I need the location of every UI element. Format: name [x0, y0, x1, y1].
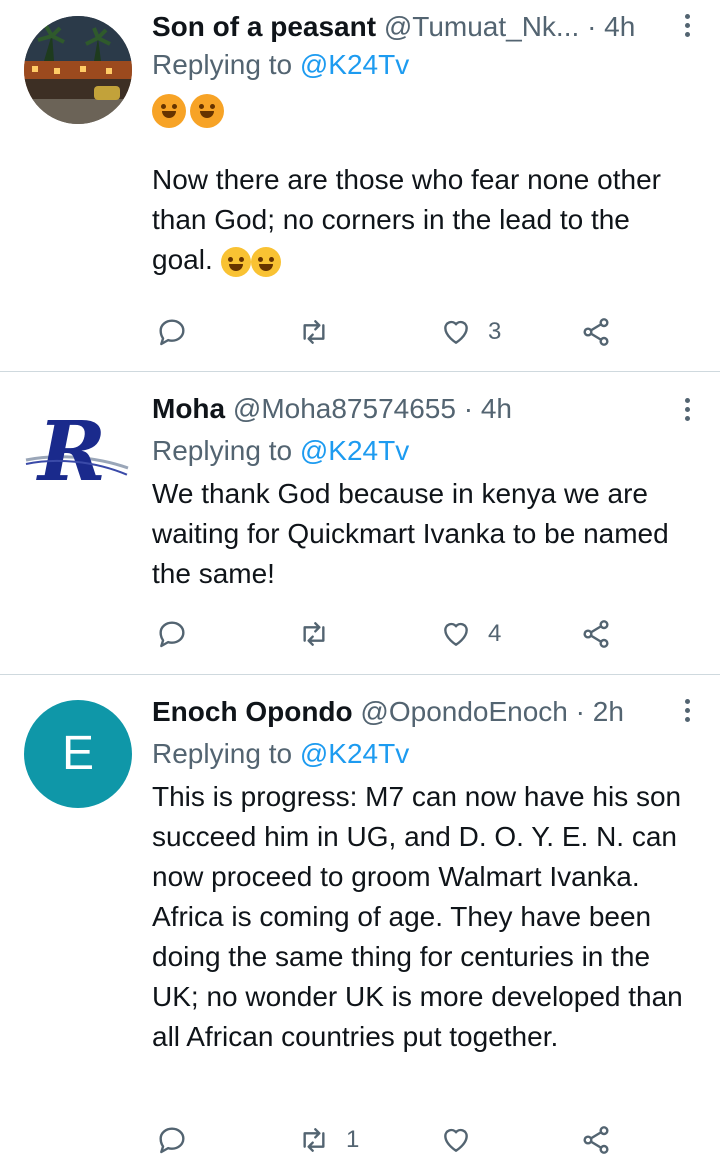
avatar-photo-image	[24, 16, 132, 124]
share-icon	[583, 620, 609, 648]
emoji-icon	[190, 94, 225, 128]
timestamp[interactable]: 2h	[593, 696, 624, 727]
retweet-icon	[303, 1128, 325, 1152]
svg-text:R: R	[36, 404, 106, 500]
timestamp[interactable]: 4h	[481, 393, 512, 424]
like-count: 3	[488, 318, 502, 345]
tweet-3[interactable]: E Enoch Opondo @OpondoEnoch · 2h Replyin…	[0, 675, 720, 1166]
reply-button[interactable]	[156, 312, 204, 352]
reply-icon	[159, 319, 185, 346]
like-count: 4	[488, 620, 502, 647]
emoji-row	[152, 94, 692, 134]
like-button[interactable]	[440, 1120, 488, 1160]
tweet-text: Now there are those who fear none other …	[152, 164, 669, 277]
share-button[interactable]	[580, 312, 612, 352]
tweet-text: We thank God because in kenya we are wai…	[152, 478, 677, 589]
user-handle[interactable]: @Moha87574655	[233, 393, 456, 424]
share-button[interactable]	[580, 614, 612, 654]
tears-of-joy-emoji-icon	[250, 246, 281, 277]
separator-dot: ·	[587, 11, 597, 42]
user-handle[interactable]: @Tumuat_Nk...	[384, 11, 579, 42]
heart-icon	[444, 622, 468, 646]
display-name[interactable]: Son of a peasant	[152, 11, 376, 42]
share-button[interactable]	[580, 1120, 612, 1160]
like-button[interactable]: 4	[440, 614, 501, 654]
retweet-icon	[303, 622, 325, 646]
tweet-header: Enoch Opondo @OpondoEnoch · 2h	[152, 693, 692, 731]
replying-to-link[interactable]: @K24Tv	[300, 738, 409, 769]
tweet-header: Son of a peasant @Tumuat_Nk... · 4h	[152, 8, 692, 46]
retweet-icon	[303, 320, 325, 344]
replying-to-link[interactable]: @K24Tv	[300, 435, 409, 466]
rolling-laughing-emoji-icon	[220, 246, 251, 277]
tweet-actions: 4	[152, 614, 622, 654]
avatar[interactable]: E	[24, 700, 132, 808]
replying-to: Replying to @K24Tv	[152, 735, 692, 773]
avatar[interactable]	[24, 16, 132, 124]
replying-to: Replying to @K24Tv	[152, 432, 692, 470]
like-button[interactable]: 3	[440, 312, 501, 352]
reply-button[interactable]	[156, 1120, 204, 1160]
tweet-text: This is progress: M7 can now have his so…	[152, 781, 691, 1052]
timestamp[interactable]: 4h	[604, 11, 635, 42]
reply-icon	[159, 621, 185, 648]
share-icon	[583, 1126, 609, 1154]
tweet-actions: 1	[152, 1120, 622, 1160]
display-name[interactable]: Enoch Opondo	[152, 696, 353, 727]
tweet-1[interactable]: Son of a peasant @Tumuat_Nk... · 4h Repl…	[0, 0, 720, 370]
tweet-header: Moha @Moha87574655 · 4h	[152, 390, 692, 428]
emoji-icon	[152, 94, 186, 128]
tweet-2[interactable]: R Moha @Moha87574655 · 4h Replying to @K…	[0, 372, 720, 672]
replying-to: Replying to @K24Tv	[152, 46, 692, 84]
retweet-button[interactable]	[298, 312, 346, 352]
share-icon	[583, 318, 609, 346]
replying-to-label: Replying to	[152, 49, 300, 80]
reply-button[interactable]	[156, 614, 204, 654]
retweet-button[interactable]: 1	[298, 1120, 359, 1160]
retweet-count: 1	[346, 1126, 360, 1153]
replying-to-link[interactable]: @K24Tv	[300, 49, 409, 80]
r-logo-image: R	[25, 404, 131, 500]
reply-icon	[159, 1127, 185, 1154]
heart-icon	[444, 1128, 468, 1152]
replying-to-label: Replying to	[152, 435, 300, 466]
separator-dot: ·	[463, 393, 474, 424]
avatar[interactable]: R	[24, 398, 132, 506]
user-handle[interactable]: @OpondoEnoch	[360, 696, 567, 727]
retweet-button[interactable]	[298, 614, 346, 654]
tweet-actions: 3	[152, 312, 622, 352]
separator-dot: ·	[575, 696, 585, 727]
replying-to-label: Replying to	[152, 738, 300, 769]
display-name[interactable]: Moha	[152, 393, 225, 424]
heart-icon	[444, 320, 468, 344]
